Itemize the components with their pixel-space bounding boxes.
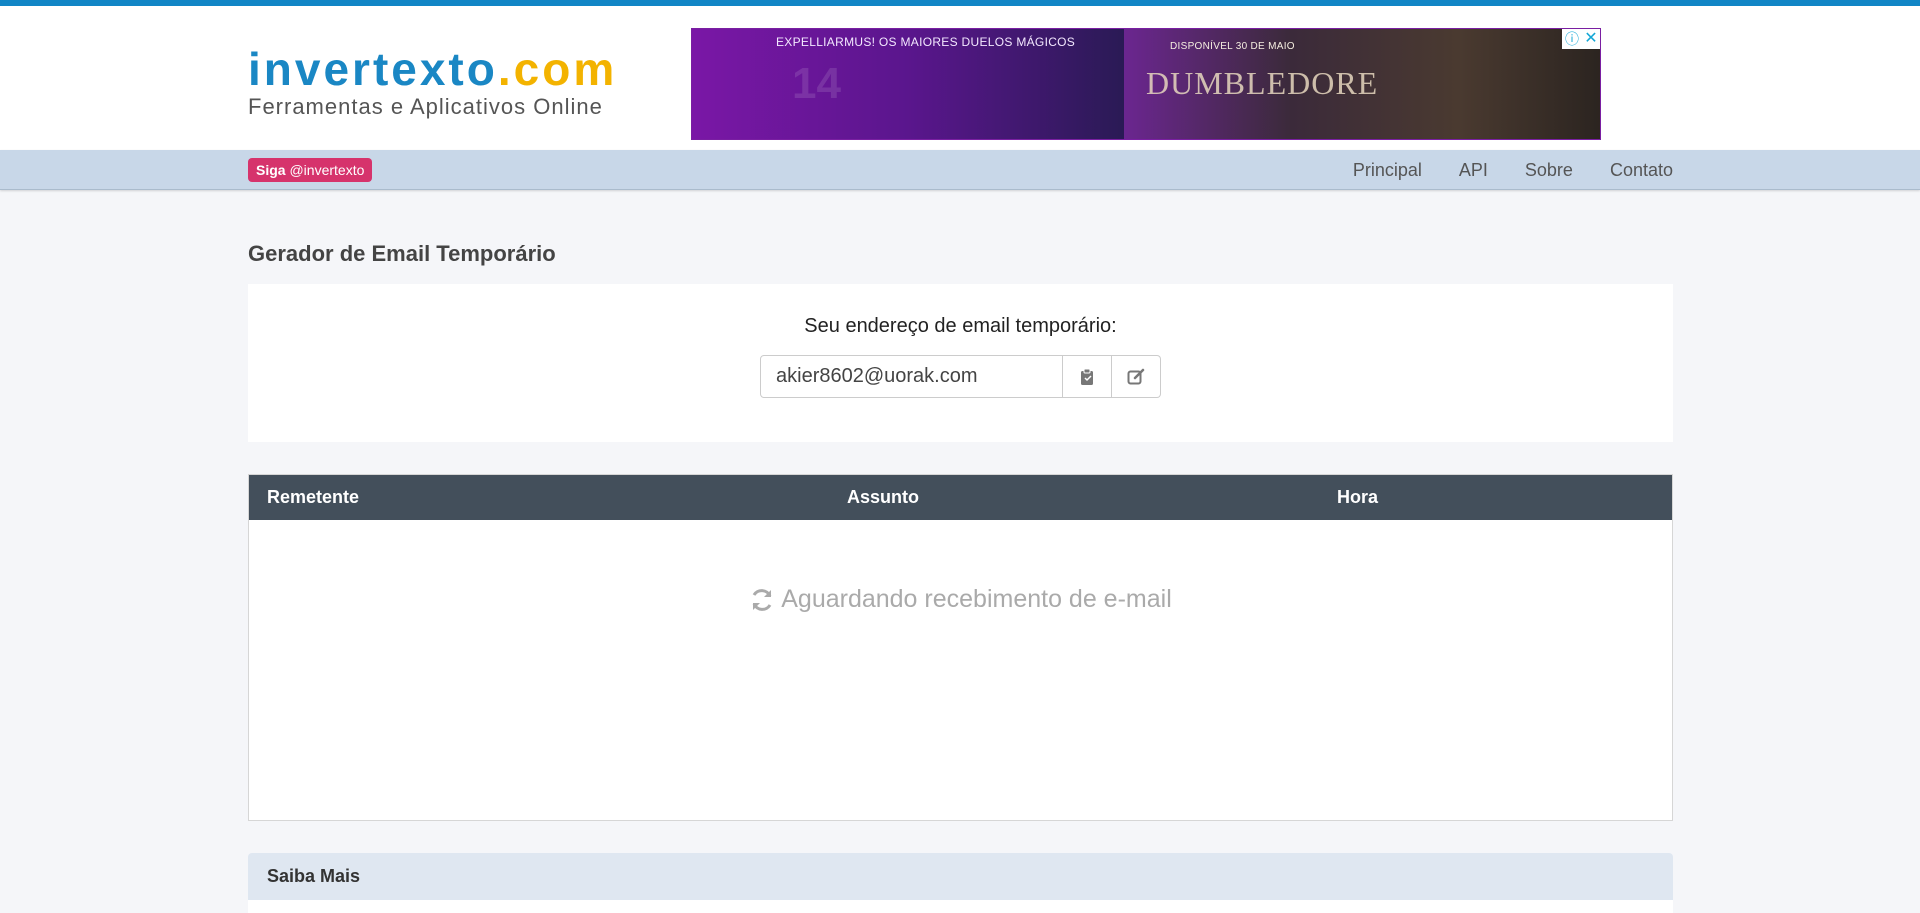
- column-header-assunto: Assunto: [847, 487, 919, 507]
- follow-handle: @invertexto: [289, 162, 365, 178]
- copy-email-button[interactable]: [1063, 355, 1112, 398]
- saiba-mais-title: Saiba Mais: [267, 866, 361, 886]
- ad-left-panel: EXPELLIARMUS! OS MAIORES DUELOS MÁGICOS …: [692, 29, 1124, 139]
- nav-link-principal[interactable]: Principal: [1353, 160, 1422, 181]
- advertisement-banner[interactable]: EXPELLIARMUS! OS MAIORES DUELOS MÁGICOS …: [691, 28, 1601, 140]
- waiting-text: Aguardando recebimento de e-mail: [781, 585, 1172, 613]
- waiting-message: Aguardando recebimento de e-mail: [249, 585, 1672, 614]
- logo-text: invertexto.com: [248, 44, 617, 94]
- follow-twitter-button[interactable]: Siga @invertexto: [248, 158, 373, 182]
- nav-link-contato[interactable]: Contato: [1610, 160, 1673, 181]
- inbox-table: Remetente Assunto Hora Aguardando recebi…: [248, 474, 1673, 821]
- saiba-mais-panel: Saiba Mais: [248, 853, 1673, 900]
- email-card: Seu endereço de email temporário:: [248, 284, 1673, 442]
- edit-icon: [1127, 368, 1145, 384]
- email-label: Seu endereço de email temporário:: [804, 315, 1117, 337]
- email-address-field[interactable]: [760, 355, 1063, 398]
- page-title: Gerador de Email Temporário: [248, 241, 556, 266]
- ad-right-text: DISPONÍVEL 30 DE MAIO: [1170, 41, 1295, 52]
- close-icon[interactable]: ✕: [1582, 29, 1600, 49]
- email-input-group: [760, 355, 1161, 398]
- table-header: Remetente Assunto Hora: [249, 475, 1672, 520]
- saiba-mais-body: [248, 900, 1673, 913]
- nav-bar: Siga @invertexto Principal API Sobre Con…: [0, 150, 1920, 190]
- edit-email-button[interactable]: [1112, 355, 1161, 398]
- site-logo[interactable]: invertexto.com Ferramentas e Aplicativos…: [248, 44, 617, 120]
- nav-link-api[interactable]: API: [1459, 160, 1488, 181]
- ad-right-panel: DISPONÍVEL 30 DE MAIO DUMBLEDORE: [1124, 29, 1600, 139]
- site-header: invertexto.com Ferramentas e Aplicativos…: [0, 6, 1920, 150]
- refresh-icon: [752, 588, 772, 611]
- logo-tld: .com: [497, 43, 618, 95]
- logo-brand: invertexto: [248, 43, 498, 95]
- nav-link-sobre[interactable]: Sobre: [1525, 160, 1573, 181]
- ad-title: DUMBLEDORE: [1146, 65, 1379, 101]
- ad-left-text: EXPELLIARMUS! OS MAIORES DUELOS MÁGICOS: [776, 35, 1076, 49]
- ad-decoration: 14: [792, 59, 841, 108]
- clipboard-icon: [1081, 368, 1093, 385]
- nav-links: Principal API Sobre Contato: [1316, 150, 1673, 190]
- follow-prefix: Siga: [256, 162, 286, 178]
- info-icon[interactable]: ⓘ: [1562, 29, 1582, 49]
- column-header-remetente: Remetente: [267, 487, 360, 507]
- logo-subtitle: Ferramentas e Aplicativos Online: [248, 94, 603, 119]
- column-header-hora: Hora: [1337, 487, 1379, 507]
